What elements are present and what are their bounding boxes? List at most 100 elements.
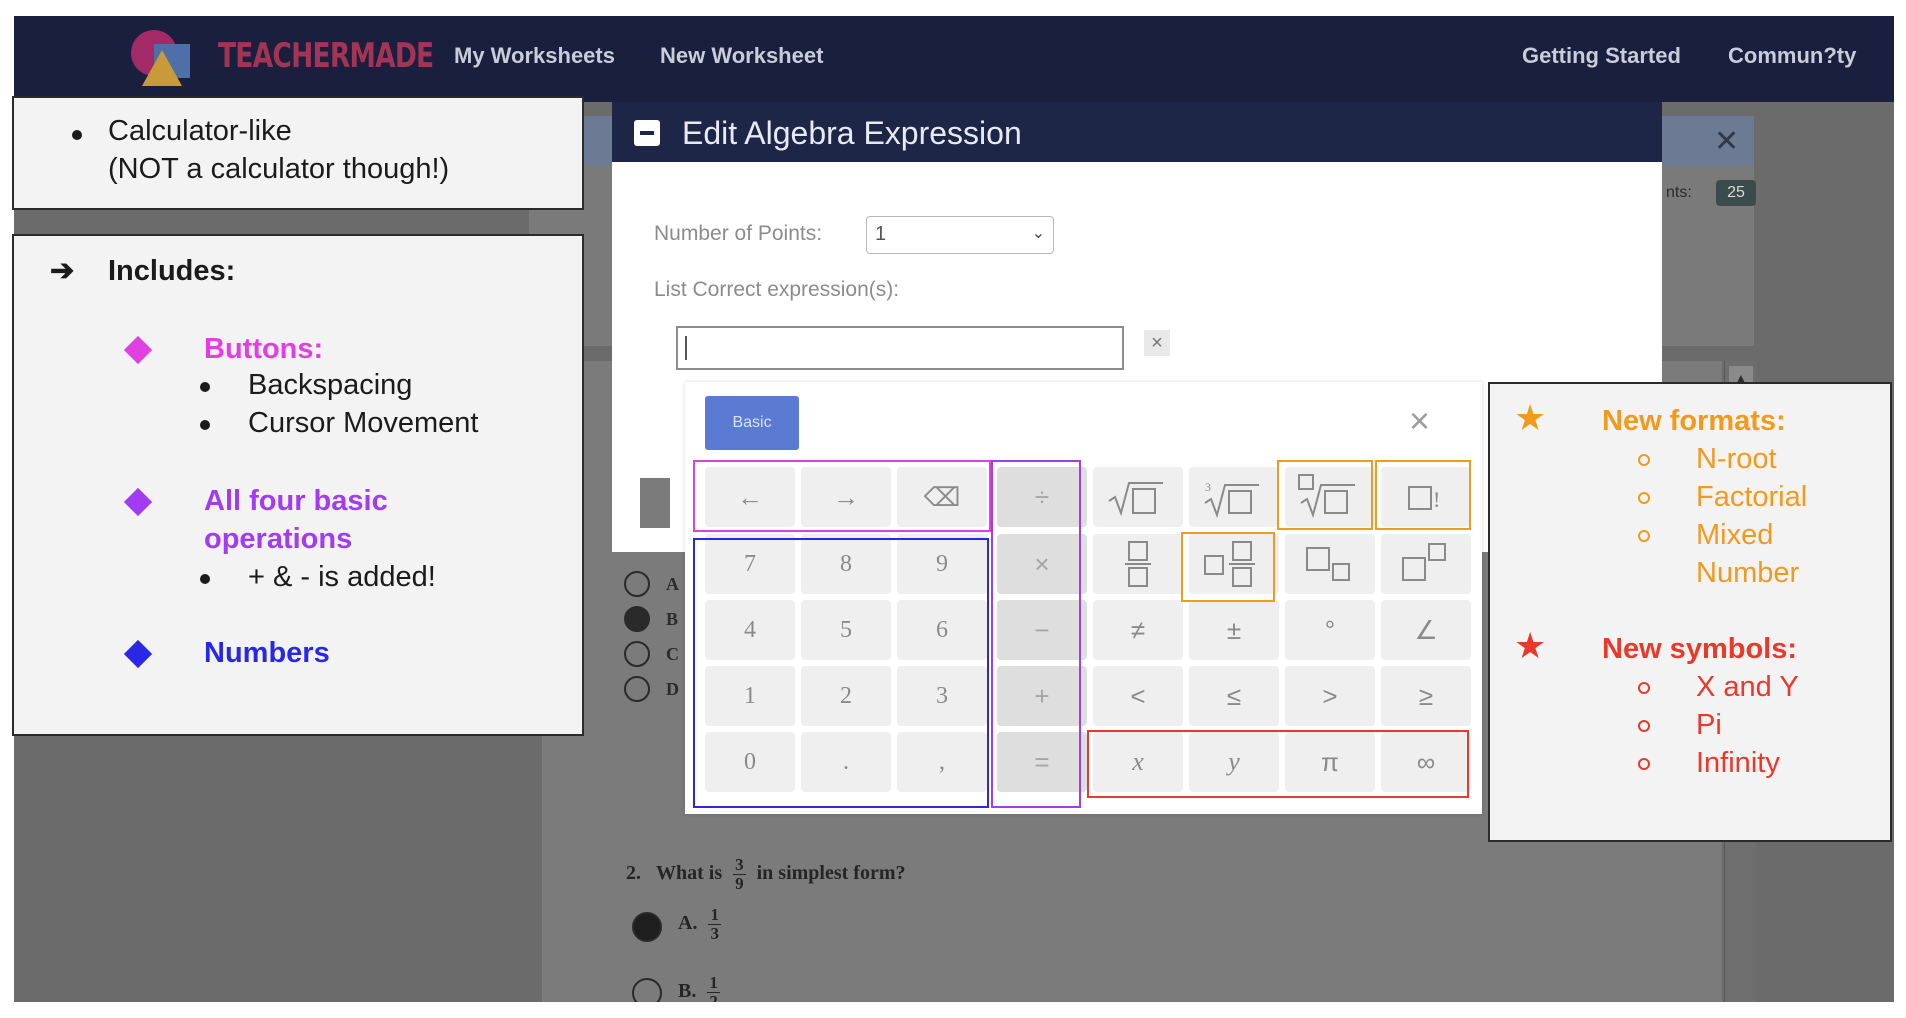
bullet-dot: [200, 574, 210, 584]
exponent-icon: [1402, 543, 1446, 581]
minimize-icon[interactable]: [634, 120, 660, 146]
operations-heading-2: operations: [204, 523, 353, 555]
question-suffix: in simplest form?: [756, 862, 906, 885]
answer-radio-b[interactable]: [632, 978, 662, 1002]
symbols-heading: New symbols:: [1602, 633, 1797, 665]
question-2: 2. What is 3 9 in simplest form?: [626, 856, 906, 893]
expressions-field-label: List Correct expression(s):: [654, 278, 900, 301]
question-number: 2.: [626, 862, 641, 885]
worksheet-close-icon[interactable]: ✕: [1714, 124, 1739, 159]
buttons-heading: Buttons:: [204, 333, 324, 365]
nav-new-worksheet[interactable]: New Worksheet: [660, 43, 823, 69]
note-calculator-like: Calculator-like (NOT a calculator though…: [12, 96, 584, 210]
bullet-ring: [1638, 758, 1650, 770]
points-badge: 25: [1716, 180, 1756, 206]
logo-text: TEACHERMADE: [218, 36, 434, 76]
nth-root-highlight-frame: [1277, 460, 1373, 530]
star-icon: ★: [1514, 625, 1547, 666]
key-degree[interactable]: °: [1285, 600, 1375, 660]
variables-highlight-frame: [1087, 730, 1469, 798]
points-select-value: 1: [875, 223, 887, 245]
note-includes: ➔ Includes: Buttons: Backspacing Cursor …: [12, 234, 584, 736]
fraction-numerator: 3: [733, 855, 746, 875]
choice-radio-a[interactable]: [624, 571, 650, 597]
nav-community[interactable]: Commun?ty: [1728, 43, 1856, 69]
key-angle[interactable]: ∠: [1381, 600, 1471, 660]
key-not-equal[interactable]: ≠: [1093, 600, 1183, 660]
answer-fraction: 1 2: [707, 974, 720, 1002]
subscript-icon: [1306, 547, 1350, 581]
formats-item: Mixed: [1696, 519, 1774, 551]
operations-item: + & - is added!: [248, 561, 436, 593]
bullet-ring: [1638, 530, 1650, 542]
fraction-numerator: 1: [708, 905, 721, 925]
key-square-root[interactable]: [1093, 467, 1183, 527]
fraction-denominator: 2: [709, 992, 718, 1003]
choice-letter: C: [666, 644, 679, 664]
factorial-highlight-frame: [1375, 460, 1471, 530]
key-less-equal[interactable]: ≤: [1189, 666, 1279, 726]
operations-highlight-frame: [991, 460, 1081, 808]
points-label: nts:: [1666, 184, 1692, 201]
key-cube-root[interactable]: 3: [1189, 467, 1279, 527]
question-prefix: What is: [656, 862, 723, 885]
key-plus-minus[interactable]: ±: [1189, 600, 1279, 660]
note-line-1: Calculator-like: [108, 115, 292, 147]
answer-letter: B.: [678, 980, 697, 1002]
bullet-ring: [1638, 720, 1650, 732]
arrow-icon: ➔: [50, 255, 75, 287]
buttons-item: Backspacing: [248, 369, 413, 401]
formats-item: Factorial: [1696, 481, 1808, 513]
expression-input[interactable]: [676, 326, 1124, 370]
key-less-than[interactable]: <: [1093, 666, 1183, 726]
includes-heading: Includes:: [108, 255, 236, 287]
key-greater-than[interactable]: >: [1285, 666, 1375, 726]
bullet-ring: [1638, 682, 1650, 694]
points-select[interactable]: 1 ⌄: [866, 216, 1054, 254]
points-field-label: Number of Points:: [654, 222, 823, 245]
nav-getting-started[interactable]: Getting Started: [1522, 43, 1681, 69]
answer-letter: A.: [678, 912, 698, 935]
key-fraction[interactable]: [1093, 534, 1183, 594]
tab-basic[interactable]: Basic: [705, 396, 799, 450]
note-new-features: ★ New formats: N-root Factorial Mixed Nu…: [1488, 382, 1892, 842]
diamond-icon: [123, 335, 153, 365]
buttons-item: Cursor Movement: [248, 407, 479, 439]
choice-radio-c[interactable]: [624, 641, 650, 667]
choice-letter: A: [666, 574, 679, 594]
numbers-highlight-frame: [693, 538, 989, 808]
choice-letter: D: [666, 679, 679, 699]
fraction-numerator: 1: [707, 973, 720, 993]
key-exponent[interactable]: [1381, 534, 1471, 594]
fraction-denominator: 3: [710, 924, 719, 943]
diamond-icon: [123, 639, 153, 669]
symbols-item: Infinity: [1696, 747, 1780, 779]
math-keypad: Basic × ← → ⌫ 7 8 9 4 5 6 1 2 3 0 . , ÷ …: [685, 382, 1482, 814]
bullet-ring: [1638, 492, 1650, 504]
star-icon: ★: [1514, 397, 1547, 438]
chevron-down-icon: ⌄: [1031, 225, 1045, 242]
choice-radio-b[interactable]: [624, 606, 650, 632]
symbols-item: X and Y: [1696, 671, 1799, 703]
modal-header: Edit Algebra Expression: [612, 102, 1662, 162]
bullet-ring: [1638, 454, 1650, 466]
operations-heading-1: All four basic: [204, 485, 388, 517]
modal-button-stub[interactable]: [640, 478, 670, 528]
note-line-2: (NOT a calculator though!): [108, 153, 450, 185]
key-subscript[interactable]: [1285, 534, 1375, 594]
keypad-close-icon[interactable]: ×: [1409, 400, 1430, 442]
answer-fraction: 1 3: [708, 906, 721, 943]
question-fraction: 3 9: [733, 856, 746, 893]
formats-item: Number: [1696, 557, 1800, 589]
bullet-dot: [200, 382, 210, 392]
fraction-icon: [1125, 541, 1151, 587]
nav-my-worksheets[interactable]: My Worksheets: [454, 43, 615, 69]
numbers-heading: Numbers: [204, 637, 330, 669]
choice-radio-d[interactable]: [624, 676, 650, 702]
key-greater-equal[interactable]: ≥: [1381, 666, 1471, 726]
symbols-item: Pi: [1696, 709, 1722, 741]
remove-expression-button[interactable]: ×: [1144, 330, 1170, 356]
square-root-icon: [1108, 482, 1163, 517]
formats-item: N-root: [1696, 443, 1777, 475]
answer-radio-a[interactable]: [632, 912, 662, 942]
